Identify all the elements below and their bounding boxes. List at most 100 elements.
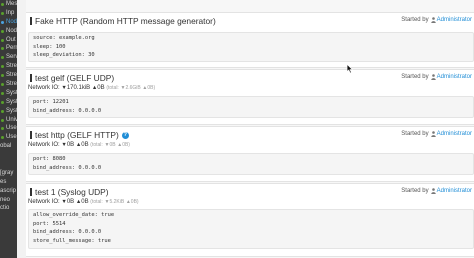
inputs-list: Fake HTTP (Random HTTP message generator… <box>26 0 474 258</box>
sidebar-item-label: Univ <box>6 116 17 123</box>
sidebar-nav: Mes Inp Nod Nod Out Perm Serv Stre Stre … <box>0 0 17 258</box>
sidebar-text <box>0 160 17 169</box>
network-io: Network IO: ▼170.1kiB ▲0B (total: ▼2.6Gi… <box>28 85 155 91</box>
network-io: Network IO: ▼0B ▲0B (total: ▼5.2KiB ▲0B) <box>28 199 139 205</box>
input-title-text: test gelf (GELF UDP) <box>35 73 115 83</box>
bullet-icon <box>1 109 4 113</box>
sidebar-item-active[interactable]: Nod <box>0 18 17 27</box>
network-rx: 0B <box>66 142 75 148</box>
sidebar-item[interactable]: Univ <box>0 116 17 125</box>
sidebar-item[interactable]: Perm <box>0 44 17 53</box>
sidebar-item-label: Serv <box>6 54 17 61</box>
network-total-tx: 0B) <box>130 199 139 205</box>
network-io-label: Network IO: <box>28 199 60 205</box>
sidebar-item-label: ascrip <box>0 187 17 194</box>
input-card: test gelf (GELF UDP) Started by Administ… <box>26 69 474 125</box>
bullet-icon <box>1 82 4 86</box>
network-total-rx: 5.2KiB <box>109 199 125 205</box>
started-by-label: Started by <box>401 74 429 80</box>
sidebar-item-label: Syst <box>6 98 17 105</box>
bullet-icon <box>1 118 4 122</box>
sidebar-item-label: Syst <box>6 107 17 114</box>
config-line: sleep_deviation: 30 <box>33 52 95 59</box>
mouse-cursor-icon <box>346 64 354 74</box>
sidebar-item[interactable]: Syst <box>0 89 17 98</box>
sidebar-item[interactable]: Stre <box>0 62 17 71</box>
started-by-user-link[interactable]: Administrator <box>437 131 472 137</box>
input-title-text: Fake HTTP (Random HTTP message generator… <box>35 16 216 26</box>
sidebar-item-label: es <box>0 178 7 185</box>
bullet-icon <box>1 91 4 95</box>
sidebar-item-label: Perm <box>6 45 17 52</box>
sidebar-item[interactable]: Nod <box>0 27 17 36</box>
sidebar-item-label: Out <box>6 36 16 43</box>
sidebar-item[interactable]: Out <box>0 36 17 45</box>
sidebar-item-label: Stre <box>6 72 17 79</box>
bar-icon <box>30 74 32 82</box>
sidebar-item[interactable]: Serv <box>0 53 17 62</box>
network-tx: 0B <box>81 142 89 148</box>
sidebar-item[interactable]: Stre <box>0 80 17 89</box>
config-line: port: 5514 <box>33 220 66 227</box>
config-line: port: 8080 <box>33 156 66 162</box>
sidebar-text: es <box>0 178 17 187</box>
started-by-user-link[interactable]: Administrator <box>437 188 472 194</box>
sidebar-item[interactable]: Use <box>0 133 17 142</box>
network-total-tx: 0B) <box>147 85 156 91</box>
config-line: store_full_message: true <box>33 237 111 244</box>
config-line: sleep: 100 <box>33 43 66 50</box>
started-by-label: Started by <box>401 188 429 194</box>
started-by-label: Started by <box>401 17 429 23</box>
input-config: source: example.org sleep: 100 sleep_dev… <box>28 32 474 62</box>
sidebar-item-label: Use <box>6 134 17 141</box>
sidebar-item[interactable]: Inp <box>0 9 17 18</box>
bullet-icon <box>1 47 4 51</box>
started-by: Started by Administrator <box>401 131 472 137</box>
started-by: Started by Administrator <box>401 74 472 80</box>
sidebar-item-label: Use <box>6 125 17 132</box>
input-title: Fake HTTP (Random HTTP message generator… <box>30 16 216 26</box>
help-icon[interactable]: ? <box>121 131 129 139</box>
sidebar-item-label: Stre <box>6 63 17 70</box>
sidebar-item[interactable]: Syst <box>0 107 17 116</box>
bullet-icon <box>1 38 4 42</box>
config-line: source: example.org <box>33 35 95 41</box>
network-total-rx: 2.6GiB <box>125 85 141 91</box>
input-config: allow_override_date: true port: 5514 bin… <box>28 209 474 249</box>
network-io-label: Network IO: <box>28 142 60 148</box>
started-by: Started by Administrator <box>401 188 472 194</box>
started-by-user-link[interactable]: Administrator <box>437 74 472 80</box>
network-tx: 0B <box>97 85 105 91</box>
input-title-text: test http (GELF HTTP) <box>35 130 119 140</box>
config-line: allow_override_date: true <box>33 212 115 218</box>
sidebar-item-label: obal <box>0 143 12 150</box>
network-io: Network IO: ▼0B ▲0B (total: ▼0B ▲0B) <box>28 142 130 148</box>
sidebar-item-label: [gray <box>0 169 14 176</box>
network-io-label: Network IO: <box>28 85 60 91</box>
sidebar-item[interactable]: Stre <box>0 71 17 80</box>
network-tx: 0B <box>81 199 89 205</box>
sidebar-item-label: Inp <box>6 9 15 16</box>
sidebar-item[interactable]: Syst <box>0 98 17 107</box>
sidebar-item[interactable]: Mes <box>0 0 17 9</box>
network-total-label: (total: <box>90 142 103 148</box>
network-total-rx: 0B <box>109 142 116 148</box>
bullet-icon <box>1 2 4 6</box>
sidebar-text: ctio <box>0 204 17 213</box>
input-card: Fake HTTP (Random HTTP message generator… <box>26 12 474 68</box>
sidebar-item-label: Syst <box>6 89 17 96</box>
input-title: test 1 (Syslog UDP) <box>30 187 109 197</box>
sidebar-item[interactable]: Use <box>0 124 17 133</box>
network-rx: 0B <box>66 199 75 205</box>
bullet-icon <box>1 29 4 33</box>
sidebar-text: neo <box>0 196 17 205</box>
started-by-user-link[interactable]: Administrator <box>437 17 472 23</box>
input-config: port: 8080 bind_address: 0.0.0.0 <box>28 153 474 175</box>
bar-icon <box>30 131 32 139</box>
input-card: test http (GELF HTTP) ? Started by Admin… <box>26 126 474 182</box>
input-title: test http (GELF HTTP) ? <box>30 130 129 140</box>
sidebar-text <box>0 151 17 160</box>
input-title: test gelf (GELF UDP) <box>30 73 114 83</box>
input-config: port: 12201 bind_address: 0.0.0.0 <box>28 96 474 118</box>
sidebar-text: ascrip <box>0 187 17 196</box>
